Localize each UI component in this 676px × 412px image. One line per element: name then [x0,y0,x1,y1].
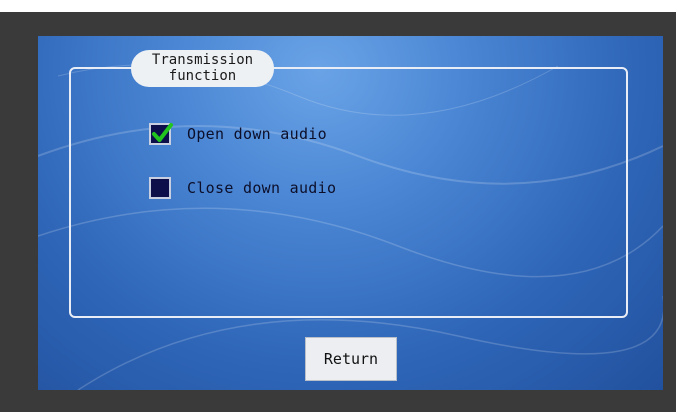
open-down-audio-label: Open down audio [187,125,327,143]
bezel-top-strip [0,0,676,12]
open-down-audio-checkbox[interactable] [149,123,173,145]
checkmark-icon [152,123,173,142]
device-bezel: Transmission function Open down audio Cl… [0,0,676,412]
groupbox-title-line1: Transmission [151,52,254,68]
close-down-audio-option[interactable]: Close down audio [149,175,336,201]
groupbox-title-line2: function [168,68,237,84]
close-down-audio-checkbox[interactable] [149,177,171,199]
screen: Transmission function Open down audio Cl… [38,36,663,390]
return-button[interactable]: Return [305,337,397,381]
open-down-audio-option[interactable]: Open down audio [149,121,327,147]
close-down-audio-label: Close down audio [187,179,337,197]
groupbox-title: Transmission function [131,50,274,87]
